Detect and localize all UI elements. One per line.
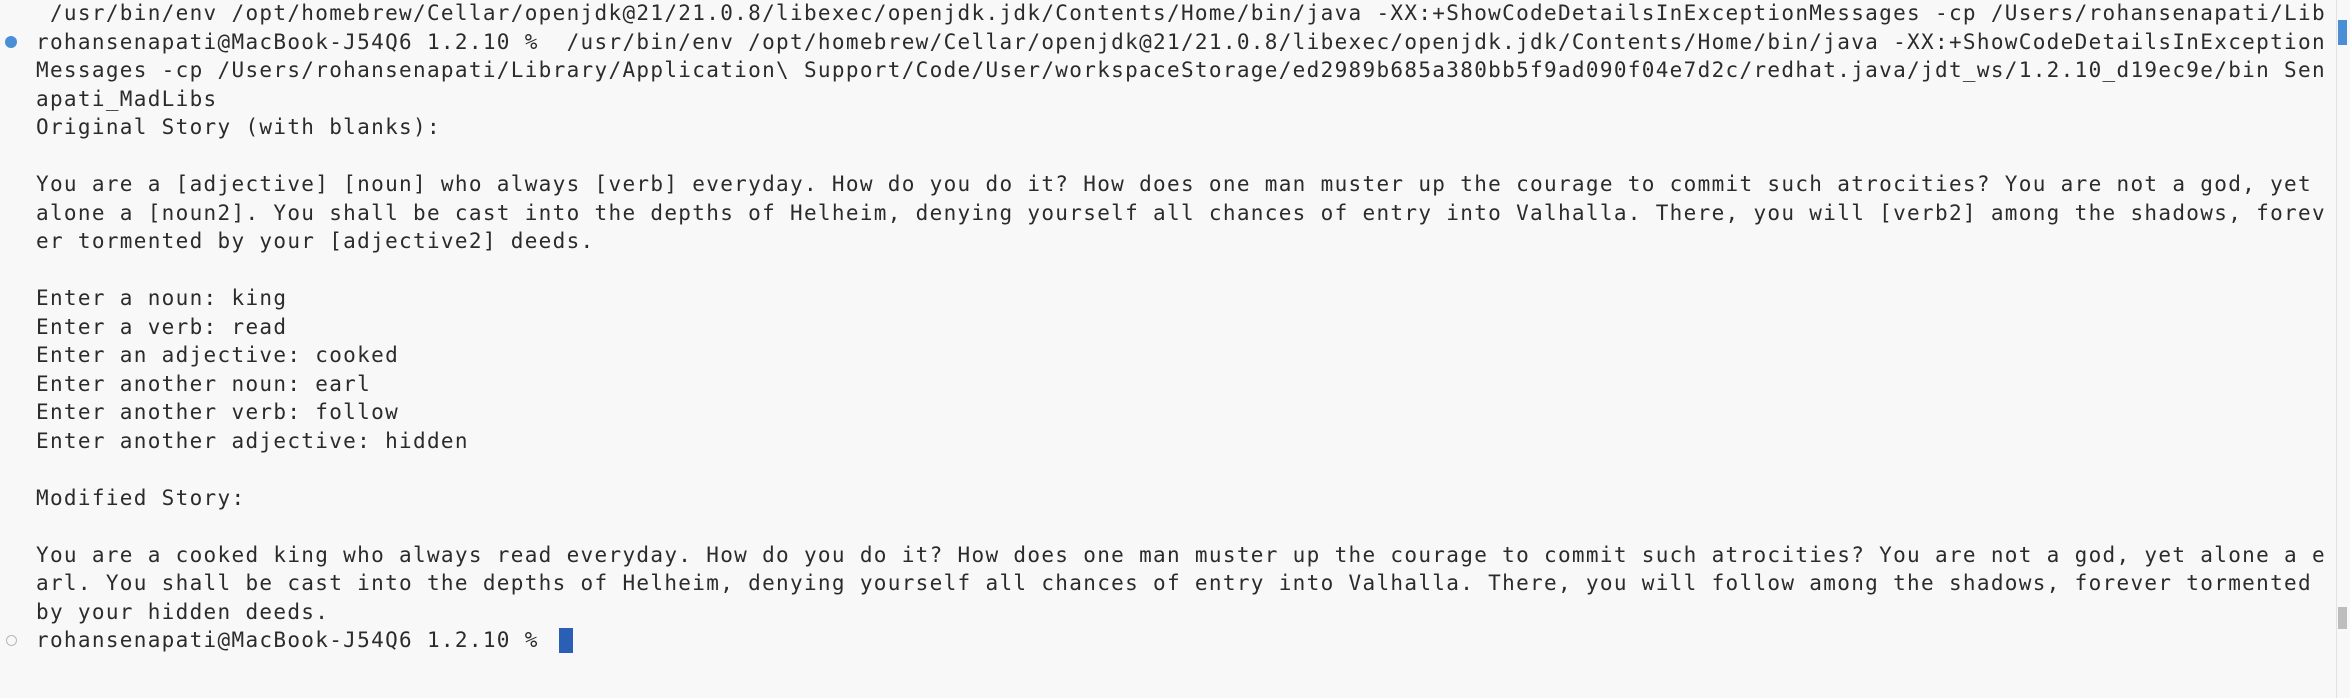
input-prompt-adjective: Enter an adjective: cooked [36,343,400,367]
command-line-wrap: apati_MadLibs [36,86,218,111]
modified-story-line: arl. You shall be cast into the depths o… [36,571,2326,595]
prompt-text: rohansenapati@MacBook-J54Q6 1.2.10 % [36,628,553,652]
prompt-marker-icon [6,635,17,646]
command-line-continued: /usr/bin/env /opt/homebrew/Cellar/openjd… [36,1,2326,25]
command-line-wrap: Messages -cp /Users/rohansenapati/Librar… [36,58,2326,82]
terminal-output[interactable]: /usr/bin/env /opt/homebrew/Cellar/openjd… [0,0,2336,698]
scrollbar-mark-command[interactable] [2338,20,2347,45]
scrollbar-thumb[interactable] [2338,607,2347,629]
input-prompt-verb: Enter a verb: read [36,314,288,339]
output-heading-original: Original Story (with blanks): [36,115,441,139]
input-prompt-noun2: Enter another noun: earl [36,371,372,396]
vertical-scrollbar[interactable] [2336,0,2350,698]
current-prompt-line[interactable]: rohansenapati@MacBook-J54Q6 1.2.10 % [6,626,2326,655]
modified-story-line: by your hidden deeds. [36,599,330,624]
original-story-line: alone a [noun2]. You shall be cast into … [36,200,2326,225]
text-cursor [558,628,573,653]
command-line-prompt: rohansenapati@MacBook-J54Q6 1.2.10 % /us… [5,28,2326,57]
input-prompt-noun: Enter a noun: king [36,286,288,310]
modified-story-line: You are a cooked king who always read ev… [36,542,2326,567]
original-story-line: er tormented by your [adjective2] deeds. [36,229,595,253]
command-marker-icon[interactable] [5,35,17,48]
command-text: rohansenapati@MacBook-J54Q6 1.2.10 % /us… [36,29,2326,54]
output-heading-modified: Modified Story: [36,485,246,510]
terminal-lines: /usr/bin/env /opt/homebrew/Cellar/openjd… [5,0,2326,655]
input-prompt-verb2: Enter another verb: follow [36,400,400,424]
original-story-line: You are a [adjective] [noun] who always … [36,172,2326,196]
input-prompt-adjective2: Enter another adjective: hidden [36,428,469,453]
